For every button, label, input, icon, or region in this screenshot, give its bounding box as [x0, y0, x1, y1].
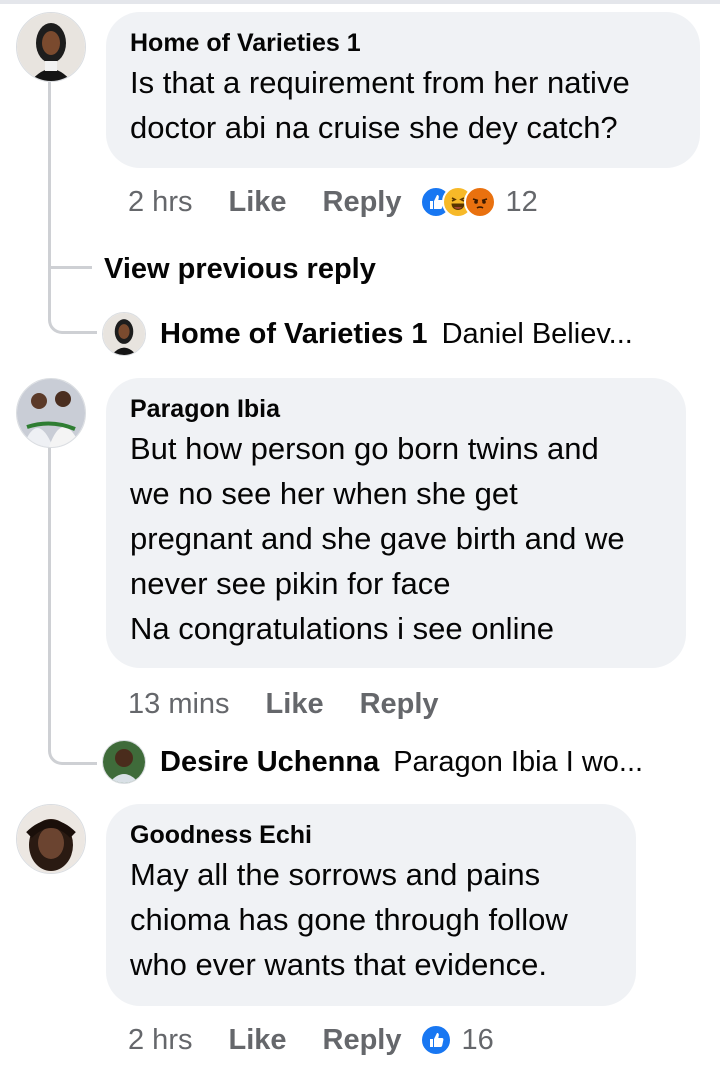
comment-line: May all the sorrows and pains	[130, 857, 541, 892]
comment-bubble-2: Paragon Ibia But how person go born twin…	[106, 378, 686, 668]
comment-line: But how person go born twins and	[130, 431, 599, 466]
reply-author[interactable]: Home of Varieties 1	[160, 318, 428, 351]
reactions-summary[interactable]	[419, 1024, 452, 1056]
comment-line: never see pikin for face	[130, 566, 451, 601]
reaction-count[interactable]: 16	[462, 1024, 494, 1057]
comment-text: Is that a requirement from her native do…	[130, 60, 678, 150]
angry-icon	[463, 186, 496, 218]
comment-actions-3: 2 hrs Like Reply 16	[128, 1020, 494, 1060]
comment-line: Is that a requirement from her native	[130, 65, 630, 100]
like-button[interactable]: Like	[228, 186, 286, 219]
comment-author[interactable]: Paragon Ibia	[130, 392, 664, 426]
comment-line: we no see her when she get	[130, 476, 518, 511]
avatar-home-of-varieties-small	[102, 312, 146, 356]
avatar-home-of-varieties[interactable]	[16, 12, 86, 82]
comment-author[interactable]: Home of Varieties 1	[130, 26, 678, 60]
top-divider	[0, 0, 720, 4]
like-button[interactable]: Like	[228, 1024, 286, 1057]
comment-line: who ever wants that evidence.	[130, 947, 548, 982]
reply-snippet[interactable]: Daniel Believ...	[442, 318, 633, 351]
reply-button[interactable]: Reply	[323, 1024, 402, 1057]
avatar-paragon-ibia[interactable]	[16, 378, 86, 448]
avatar-desire-uchenna	[102, 740, 146, 784]
thread-branch-reply-2	[48, 740, 97, 765]
view-previous-reply-link[interactable]: View previous reply	[104, 250, 376, 288]
comment-line: Na congratulations i see online	[130, 611, 554, 646]
comment-line: pregnant and she gave birth and we	[130, 521, 625, 556]
timestamp[interactable]: 2 hrs	[128, 186, 192, 219]
reply-preview-1[interactable]: Home of Varieties 1 Daniel Believ...	[102, 312, 633, 356]
comment-line: chioma has gone through follow	[130, 902, 568, 937]
reply-preview-2[interactable]: Desire Uchenna Paragon Ibia I wo...	[102, 740, 643, 784]
reply-button[interactable]: Reply	[360, 688, 439, 721]
comment-bubble-1: Home of Varieties 1 Is that a requiremen…	[106, 12, 700, 168]
reply-snippet[interactable]: Paragon Ibia I wo...	[393, 746, 643, 779]
comment-text: May all the sorrows and pains chioma has…	[130, 852, 614, 987]
comment-author[interactable]: Goodness Echi	[130, 818, 614, 852]
timestamp[interactable]: 13 mins	[128, 688, 230, 721]
like-button[interactable]: Like	[266, 688, 324, 721]
thumbs-up-icon	[419, 1024, 452, 1056]
timestamp[interactable]: 2 hrs	[128, 1024, 192, 1057]
thread-line-2	[48, 446, 51, 746]
reactions-summary[interactable]	[419, 186, 496, 218]
thread-branch-reply-1	[48, 255, 97, 334]
avatar-goodness-echi[interactable]	[16, 804, 86, 874]
comment-actions-2: 13 mins Like Reply	[128, 684, 457, 724]
reaction-count[interactable]: 12	[506, 186, 538, 219]
comment-actions-1: 2 hrs Like Reply 12	[128, 182, 538, 222]
reply-author[interactable]: Desire Uchenna	[160, 746, 379, 779]
thread-line-1	[48, 82, 51, 260]
comment-bubble-3: Goodness Echi May all the sorrows and pa…	[106, 804, 636, 1006]
comment-line: doctor abi na cruise she dey catch?	[130, 110, 618, 145]
reply-button[interactable]: Reply	[323, 186, 402, 219]
comment-text: But how person go born twins and we no s…	[130, 426, 664, 651]
